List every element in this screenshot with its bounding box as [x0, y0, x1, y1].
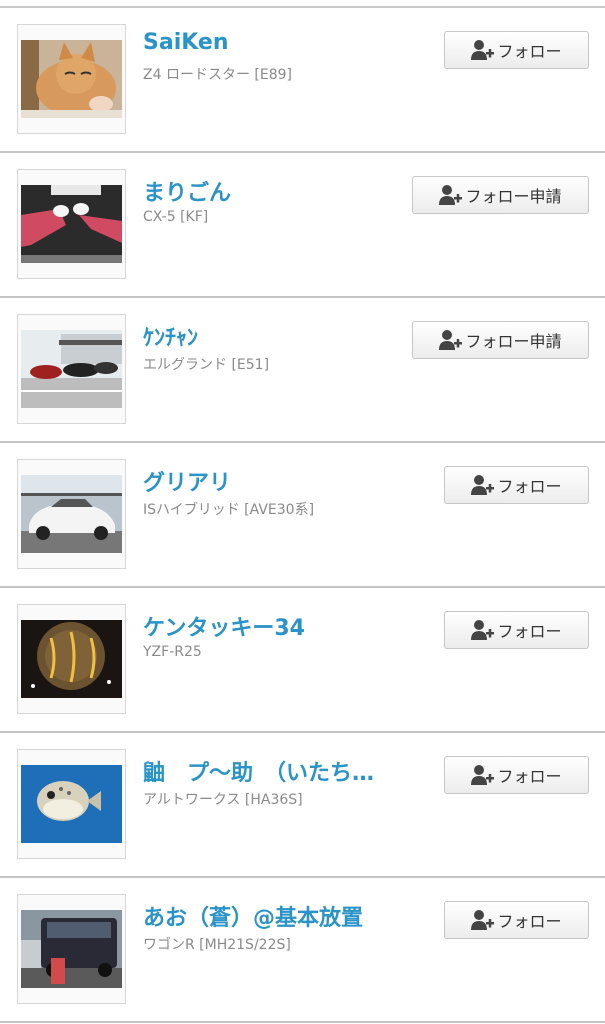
white-car-icon	[21, 475, 122, 553]
user-avatar[interactable]	[17, 169, 126, 279]
pufferfish-icon	[21, 765, 122, 843]
add-user-icon	[471, 764, 495, 786]
user-name[interactable]: ｹﾝﾁｬﾝ	[143, 320, 198, 352]
car-model[interactable]: Z4 ロードスター [E89]	[143, 64, 292, 84]
user-avatar[interactable]	[17, 459, 126, 569]
follow-request-button[interactable]: フォロー申請	[412, 176, 589, 214]
follow-button[interactable]: フォロー	[444, 756, 589, 794]
user-avatar[interactable]	[17, 314, 126, 424]
follow-request-button[interactable]: フォロー申請	[412, 321, 589, 359]
follow-button[interactable]: フォロー	[444, 901, 589, 939]
user-avatar[interactable]	[17, 749, 126, 859]
van-icon	[21, 910, 122, 988]
car-model[interactable]: YZF-R25	[143, 644, 202, 660]
follow-button-label: フォロー	[497, 477, 562, 496]
car-model[interactable]: ISハイブリッド [AVE30系]	[143, 499, 314, 519]
car-model[interactable]: CX-5 [KF]	[143, 209, 208, 225]
follow-button-label: フォロー	[497, 622, 562, 641]
user-name[interactable]: ケンタッキー34	[143, 610, 305, 642]
follow-button[interactable]: フォロー	[444, 611, 589, 649]
add-user-icon	[439, 184, 463, 206]
follow-button-label: フォロー	[497, 42, 562, 61]
user-name[interactable]: グリアリ	[143, 465, 231, 497]
add-user-icon	[439, 329, 463, 351]
user-list: SaiKen Z4 ロードスター [E89] フォロー まりごん CX-5 [K…	[0, 0, 605, 1024]
list-item: まりごん CX-5 [KF] フォロー申請	[0, 153, 605, 298]
user-name[interactable]: SaiKen	[143, 30, 228, 55]
cat-icon	[21, 40, 122, 118]
list-item: SaiKen Z4 ロードスター [E89] フォロー	[0, 8, 605, 153]
follow-button-label: フォロー	[497, 912, 562, 931]
add-user-icon	[471, 909, 495, 931]
list-item: グリアリ ISハイブリッド [AVE30系] フォロー	[0, 443, 605, 588]
add-user-icon	[471, 39, 495, 61]
list-item: ｹﾝﾁｬﾝ エルグランド [E51] フォロー申請	[0, 298, 605, 443]
add-user-icon	[471, 619, 495, 641]
follow-button[interactable]: フォロー	[444, 31, 589, 69]
follow-button-label: フォロー	[497, 767, 562, 786]
follow-button[interactable]: フォロー	[444, 466, 589, 504]
add-user-icon	[471, 474, 495, 496]
legs-icon	[21, 185, 122, 263]
user-avatar[interactable]	[17, 604, 126, 714]
user-name[interactable]: まりごん	[143, 175, 231, 207]
car-model[interactable]: エルグランド [E51]	[143, 354, 269, 374]
user-avatar[interactable]	[17, 894, 126, 1004]
follow-button-label: フォロー申請	[465, 187, 562, 206]
list-item: ケンタッキー34 YZF-R25 フォロー	[0, 588, 605, 733]
calligraphy-icon	[21, 620, 122, 698]
list-item: 鼬 プ〜助 （いたち… アルトワークス [HA36S] フォロー	[0, 733, 605, 878]
user-avatar[interactable]	[17, 24, 126, 134]
follow-button-label: フォロー申請	[465, 332, 562, 351]
car-model[interactable]: アルトワークス [HA36S]	[143, 789, 303, 809]
list-item: あお（蒼）@基本放置 ワゴンR [MH21S/22S] フォロー	[0, 878, 605, 1023]
user-name[interactable]: 鼬 プ〜助 （いたち…	[143, 755, 374, 787]
parking-lot-icon	[21, 330, 122, 408]
car-model[interactable]: ワゴンR [MH21S/22S]	[143, 934, 291, 954]
user-name[interactable]: あお（蒼）@基本放置	[143, 900, 363, 932]
